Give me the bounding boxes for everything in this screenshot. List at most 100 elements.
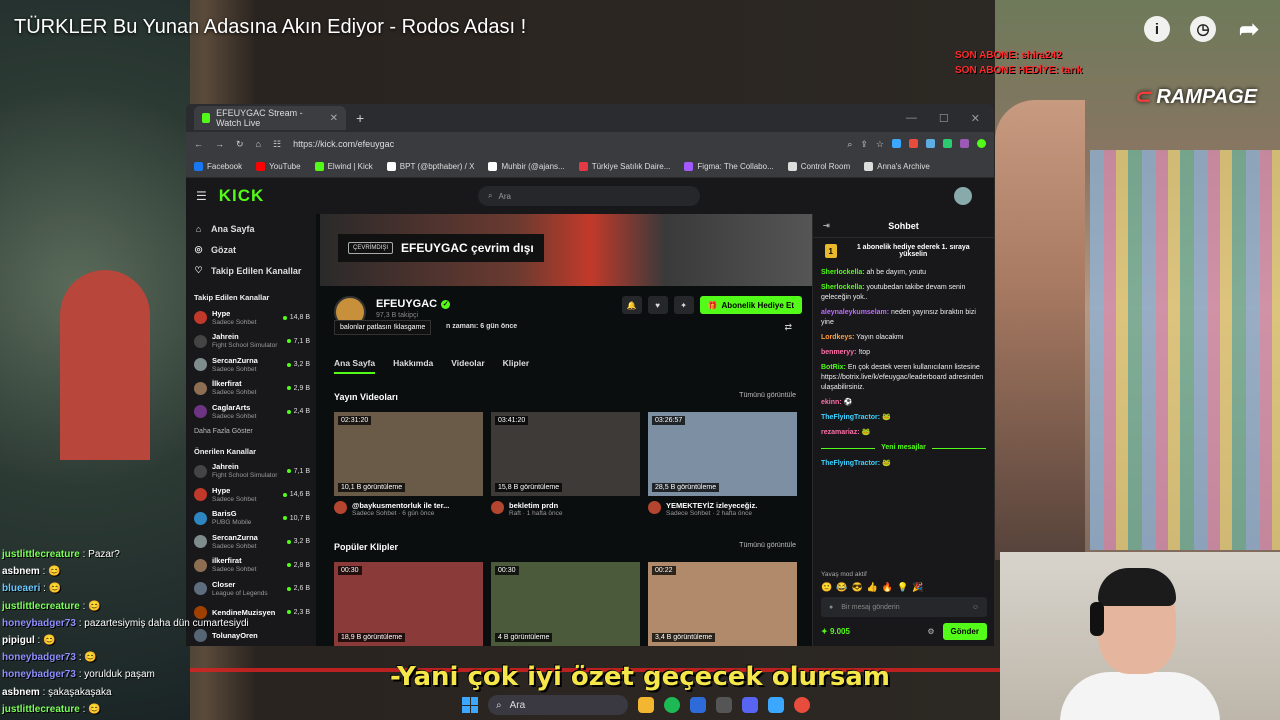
chat-username[interactable]: benmeryy: bbox=[821, 349, 856, 356]
clip-card[interactable]: 00:30 18,9 B görüntüleme bbox=[334, 562, 483, 646]
back-icon[interactable]: ← bbox=[194, 139, 203, 149]
app-icon[interactable] bbox=[768, 697, 784, 713]
video-thumbnail[interactable]: 03:26:57 28,5 B görüntüleme bbox=[648, 412, 797, 496]
windows-start-icon[interactable] bbox=[462, 697, 478, 713]
bookmark-item[interactable]: YouTube bbox=[256, 162, 301, 171]
extension-icon[interactable] bbox=[926, 138, 935, 148]
sidebar-channel[interactable]: Hype Sadece Sohbet 14,6 B bbox=[186, 483, 316, 507]
clip-thumbnail[interactable]: 00:30 4 B görüntüleme bbox=[491, 562, 640, 646]
bell-icon[interactable]: 🔔 bbox=[621, 296, 642, 314]
bookmark-item[interactable]: Facebook bbox=[194, 162, 242, 171]
chat-username[interactable]: rezamariaz: bbox=[821, 429, 860, 436]
chat-username[interactable]: ekinn: bbox=[821, 399, 842, 406]
minimize-icon[interactable]: — bbox=[906, 112, 917, 125]
menu-icon[interactable]: ☰ bbox=[196, 189, 207, 203]
send-button[interactable]: Gönder bbox=[942, 623, 987, 640]
share-channel-icon[interactable]: ⇄ bbox=[784, 322, 792, 333]
app-icon[interactable] bbox=[690, 697, 706, 713]
video-thumbnail[interactable]: 02:31:20 10,1 B görüntüleme bbox=[334, 412, 483, 496]
bookmark-star-icon[interactable]: ☆ bbox=[876, 139, 884, 150]
kick-logo[interactable]: KICK bbox=[219, 186, 265, 206]
clip-card[interactable]: 00:22 3,4 B görüntüleme bbox=[648, 562, 797, 646]
share-icon[interactable]: ➦ bbox=[1236, 16, 1262, 43]
gift-sub-button[interactable]: 🎁 Abonelik Hediye Et bbox=[699, 296, 802, 314]
sidebar-channel[interactable]: Jahrein Fight School Simulator 7,1 B bbox=[186, 330, 316, 354]
search-input[interactable]: ⌕ Ara bbox=[478, 186, 700, 206]
video-title[interactable]: @baykusmentorluk ile ter... bbox=[352, 501, 449, 510]
share-page-icon[interactable]: ⇪ bbox=[860, 139, 868, 150]
maximize-icon[interactable]: ☐ bbox=[939, 112, 949, 125]
tab-videos[interactable]: Videolar bbox=[451, 358, 484, 374]
taskbar-search[interactable]: ⌕ Ara bbox=[488, 695, 628, 715]
clip-thumbnail[interactable]: 00:30 18,9 B görüntüleme bbox=[334, 562, 483, 646]
emote-icon[interactable]: 🎉 bbox=[912, 582, 923, 593]
chat-username[interactable]: Sherlockella: bbox=[821, 269, 865, 276]
star-icon[interactable]: ✦ bbox=[673, 296, 694, 314]
sidebar-channel[interactable]: BarisG PUBG Mobile 10,7 B bbox=[186, 507, 316, 531]
video-card[interactable]: 03:41:20 15,8 B görüntüleme bekletim prdn R… bbox=[491, 412, 640, 517]
video-card[interactable]: 02:31:20 10,1 B görüntüleme @baykusmentorl… bbox=[334, 412, 483, 517]
emote-icon[interactable]: 🙂 bbox=[821, 582, 832, 593]
tab-clips[interactable]: Klipler bbox=[503, 358, 529, 374]
extension-icon[interactable] bbox=[892, 138, 901, 148]
chat-input[interactable]: ● Bir mesaj gönderin ☺ bbox=[821, 597, 987, 617]
sidebar-channel[interactable]: Jahrein Fight School Simulator 7,1 B bbox=[186, 460, 316, 484]
chrome-icon[interactable] bbox=[794, 697, 810, 713]
bookmark-item[interactable]: BPT (@bpthaber) / X bbox=[386, 162, 474, 171]
chat-username[interactable]: aleynaleykumselam: bbox=[821, 309, 889, 316]
reload-icon[interactable]: ↻ bbox=[236, 139, 244, 150]
spotify-icon[interactable] bbox=[664, 697, 680, 713]
site-info-icon[interactable]: ☷ bbox=[273, 139, 281, 150]
show-more-link[interactable]: Daha Fazla Göster bbox=[186, 424, 316, 439]
follow-heart-icon[interactable]: ♥ bbox=[647, 296, 668, 314]
nav-following[interactable]: ♡ Takip Edilen Kanallar bbox=[194, 260, 308, 281]
extension-icon[interactable] bbox=[960, 138, 969, 148]
user-avatar[interactable] bbox=[954, 187, 972, 205]
bookmark-item[interactable]: Figma: The Collabo... bbox=[684, 162, 774, 171]
extension-icon[interactable] bbox=[943, 138, 952, 148]
tab-home[interactable]: Ana Sayfa bbox=[334, 358, 376, 374]
bookmark-item[interactable]: Elwind | Kick bbox=[314, 162, 373, 171]
collapse-chat-icon[interactable]: ⇥ bbox=[823, 221, 830, 230]
sidebar-channel[interactable]: SercanZurna Sadece Sohbet 3,2 B bbox=[186, 353, 316, 377]
nav-browse[interactable]: ◎ Gözat bbox=[194, 239, 308, 260]
home-icon[interactable]: ⌂ bbox=[256, 139, 261, 149]
file-explorer-icon[interactable] bbox=[638, 697, 654, 713]
bookmark-item[interactable]: Anna's Archive bbox=[864, 162, 930, 171]
url-field[interactable]: https://kick.com/efeuygac bbox=[293, 139, 394, 149]
videos-see-all[interactable]: Tümünü görüntüle bbox=[739, 392, 796, 402]
browser-tab[interactable]: EFEUYGAC Stream - Watch Live ✕ bbox=[194, 106, 346, 130]
chat-username[interactable]: TheFlyingTractor: bbox=[821, 460, 880, 467]
clip-card[interactable]: 00:30 4 B görüntüleme bbox=[491, 562, 640, 646]
emote-icon[interactable]: 😂 bbox=[836, 582, 847, 593]
emote-icon[interactable]: 😎 bbox=[851, 582, 862, 593]
sidebar-channel[interactable]: İlkerfirat Sadece Sohbet 2,9 B bbox=[186, 377, 316, 401]
video-title[interactable]: bekletim prdn bbox=[509, 501, 562, 510]
bookmark-item[interactable]: Control Room bbox=[787, 162, 850, 171]
discord-icon[interactable] bbox=[742, 697, 758, 713]
tab-about[interactable]: Hakkımda bbox=[393, 358, 433, 374]
nav-home[interactable]: ⌂ Ana Sayfa bbox=[194, 218, 308, 239]
emote-icon[interactable]: 💡 bbox=[897, 582, 908, 593]
close-window-icon[interactable]: ✕ bbox=[971, 112, 980, 125]
new-tab-icon[interactable]: + bbox=[356, 110, 364, 126]
profile-icon[interactable] bbox=[977, 138, 986, 148]
forward-icon[interactable]: → bbox=[215, 139, 224, 149]
clock-icon[interactable]: ◷ bbox=[1190, 16, 1216, 42]
chat-username[interactable]: TheFlyingTractor: bbox=[821, 414, 880, 421]
bookmark-item[interactable]: Türkiye Satılık Daire... bbox=[578, 162, 670, 171]
close-tab-icon[interactable]: ✕ bbox=[330, 113, 338, 124]
video-card[interactable]: 03:26:57 28,5 B görüntüleme YEMEKTEYİZ izl… bbox=[648, 412, 797, 517]
bookmark-item[interactable]: Muhbir (@ajans... bbox=[488, 162, 565, 171]
clip-thumbnail[interactable]: 00:22 3,4 B görüntüleme bbox=[648, 562, 797, 646]
video-title[interactable]: YEMEKTEYİZ izleyeceğiz. bbox=[666, 501, 757, 510]
emoji-icon[interactable]: ☺ bbox=[972, 604, 979, 611]
app-icon[interactable] bbox=[716, 697, 732, 713]
chat-username[interactable]: Sherlockella: bbox=[821, 284, 865, 291]
zoom-icon[interactable]: ⌕ bbox=[847, 139, 852, 150]
emote-icon[interactable]: 🔥 bbox=[882, 582, 893, 593]
clips-see-all[interactable]: Tümünü görüntüle bbox=[739, 542, 796, 552]
video-thumbnail[interactable]: 03:41:20 15,8 B görüntüleme bbox=[491, 412, 640, 496]
channel-points[interactable]: ✦ 9.005 bbox=[821, 627, 850, 636]
emote-icon[interactable]: 👍 bbox=[867, 582, 878, 593]
